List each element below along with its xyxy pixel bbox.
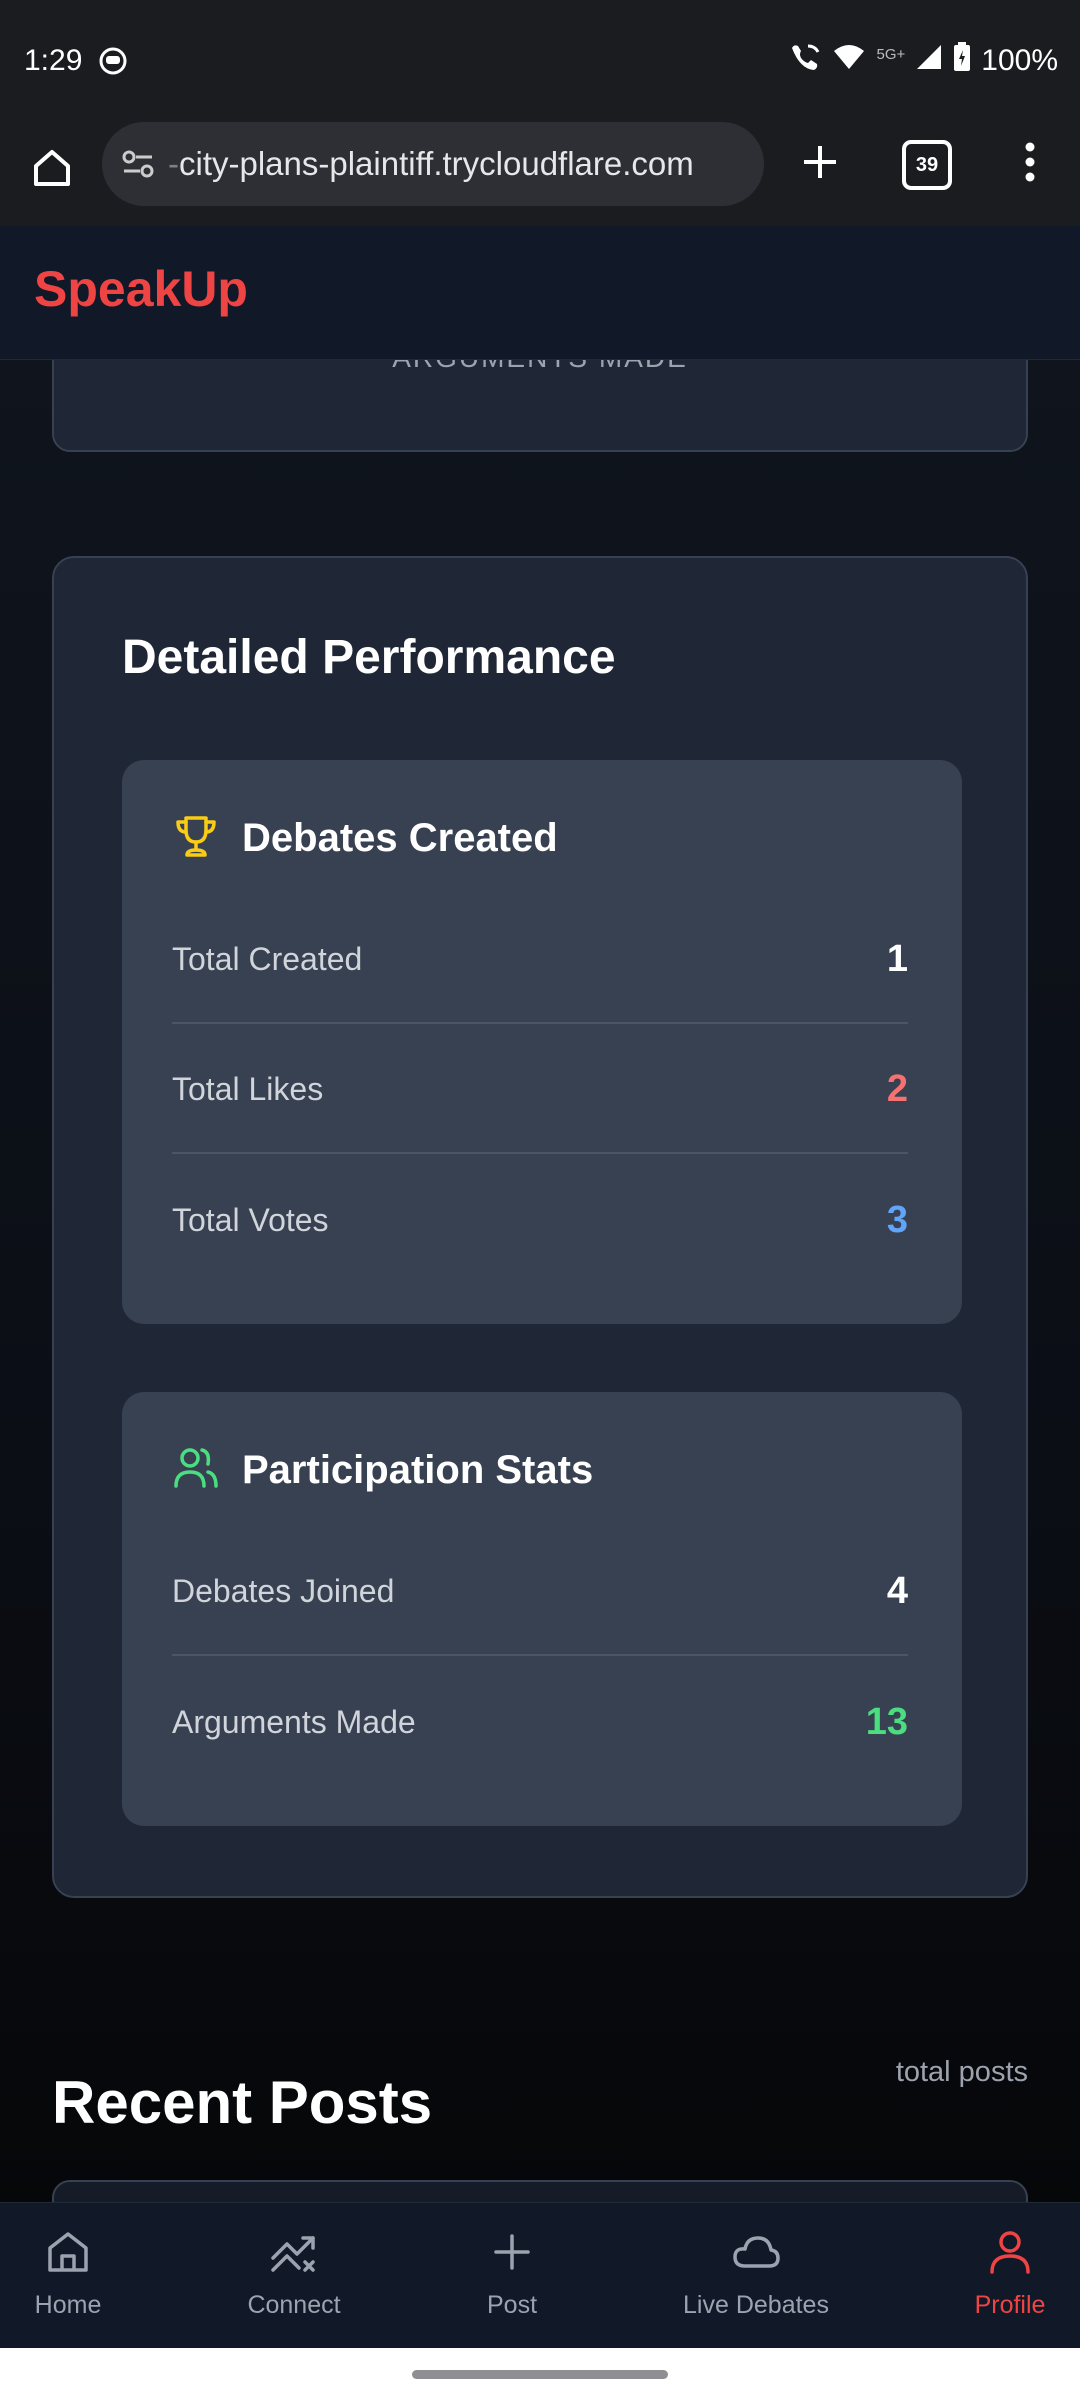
cloud-icon <box>729 2225 783 2279</box>
status-time: 1:29 <box>24 44 83 77</box>
site-settings-icon[interactable] <box>118 144 158 184</box>
stat-row-total-created: Total Created 1 <box>172 896 908 1024</box>
bottom-navigation: Home Connect Post Live Debates Profile <box>0 2202 1080 2348</box>
detailed-performance-card: Detailed Performance Debates Created Tot… <box>52 556 1028 1898</box>
url-host: city-plans-plaintiff.trycloudflare.com <box>179 145 694 182</box>
battery-percent: 100% <box>981 44 1058 77</box>
debates-created-title: Debates Created <box>242 816 558 860</box>
profile-content[interactable]: ARGUMENTS MADE Detailed Performance Deba… <box>0 360 1080 2202</box>
system-status-bar: 1:29 5G+ 100% <box>0 0 1080 122</box>
user-icon <box>983 2225 1037 2279</box>
post-card[interactable] <box>52 2180 1028 2202</box>
status-indicators: 5G+ 100% <box>788 42 1058 80</box>
wifi-icon <box>832 43 866 79</box>
nav-label: Profile <box>974 2291 1046 2319</box>
debates-created-card: Debates Created Total Created 1 Total Li… <box>122 760 962 1324</box>
nav-post[interactable]: Post <box>422 2225 602 2320</box>
home-icon <box>30 146 74 195</box>
tab-switcher-button[interactable]: 39 <box>902 140 952 190</box>
more-vert-icon <box>1025 142 1035 187</box>
browser-menu-button[interactable] <box>1010 134 1050 194</box>
url-prefix: - <box>168 145 179 182</box>
recent-posts-title: Recent Posts <box>52 2069 433 2136</box>
stat-row-debates-joined: Debates Joined 4 <box>172 1528 908 1656</box>
nav-label: Live Debates <box>683 2291 829 2319</box>
participation-title: Participation Stats <box>242 1448 594 1492</box>
nav-label: Post <box>486 2291 538 2319</box>
gesture-bar <box>0 2348 1080 2400</box>
url-text: -city-plans-plaintiff.trycloudflare.com <box>168 145 694 183</box>
nav-live-debates[interactable]: Live Debates <box>666 2225 846 2320</box>
home-gesture-handle[interactable] <box>412 2370 668 2379</box>
network-type: 5G+ <box>876 45 906 63</box>
stat-row-total-likes: Total Likes 2 <box>172 1026 908 1154</box>
stat-label: Total Votes <box>172 1201 329 1238</box>
nav-profile[interactable]: Profile <box>920 2225 1080 2320</box>
stat-card-label: ARGUMENTS MADE <box>54 360 1026 374</box>
users-icon <box>172 1444 220 1497</box>
app-header: SpeakUp <box>0 226 1080 360</box>
trending-icon <box>267 2225 321 2279</box>
notification-app-icon <box>98 46 128 76</box>
participation-stats-card: Participation Stats Debates Joined 4 Arg… <box>122 1392 962 1826</box>
stat-label: Total Likes <box>172 1070 324 1107</box>
stat-label: Arguments Made <box>172 1703 416 1740</box>
stat-value: 13 <box>865 1700 908 1743</box>
stat-row-total-votes: Total Votes 3 <box>172 1156 908 1284</box>
stat-label: Debates Joined <box>172 1572 395 1609</box>
performance-title: Detailed Performance <box>122 631 616 684</box>
debates-created-header: Debates Created <box>172 812 558 865</box>
nav-label: Home <box>34 2291 102 2319</box>
wifi-calling-icon <box>788 42 822 80</box>
home-icon <box>41 2225 95 2279</box>
stat-label: Total Created <box>172 940 363 977</box>
plus-icon <box>485 2225 539 2279</box>
browser-home-button[interactable] <box>24 142 80 198</box>
recent-posts-count: total posts <box>895 2056 1028 2088</box>
stat-value: 4 <box>886 1569 908 1612</box>
nav-connect[interactable]: Connect <box>204 2225 384 2320</box>
trophy-icon <box>172 812 220 865</box>
stat-value: 3 <box>886 1198 908 1241</box>
nav-label: Connect <box>247 2291 341 2319</box>
stat-value: 2 <box>886 1067 908 1110</box>
address-bar[interactable]: -city-plans-plaintiff.trycloudflare.com <box>102 122 764 206</box>
signal-icon <box>915 43 943 79</box>
app-logo[interactable]: SpeakUp <box>34 260 248 318</box>
participation-header: Participation Stats <box>172 1444 593 1497</box>
stat-row-arguments-made: Arguments Made 13 <box>172 1658 908 1786</box>
battery-icon <box>953 42 971 80</box>
browser-toolbar: -city-plans-plaintiff.trycloudflare.com … <box>0 122 1080 226</box>
stat-value: 1 <box>886 937 908 980</box>
nav-home[interactable]: Home <box>0 2225 158 2320</box>
stat-card-arguments: ARGUMENTS MADE <box>52 360 1028 452</box>
new-tab-button[interactable] <box>790 134 850 194</box>
plus-icon <box>800 142 840 187</box>
